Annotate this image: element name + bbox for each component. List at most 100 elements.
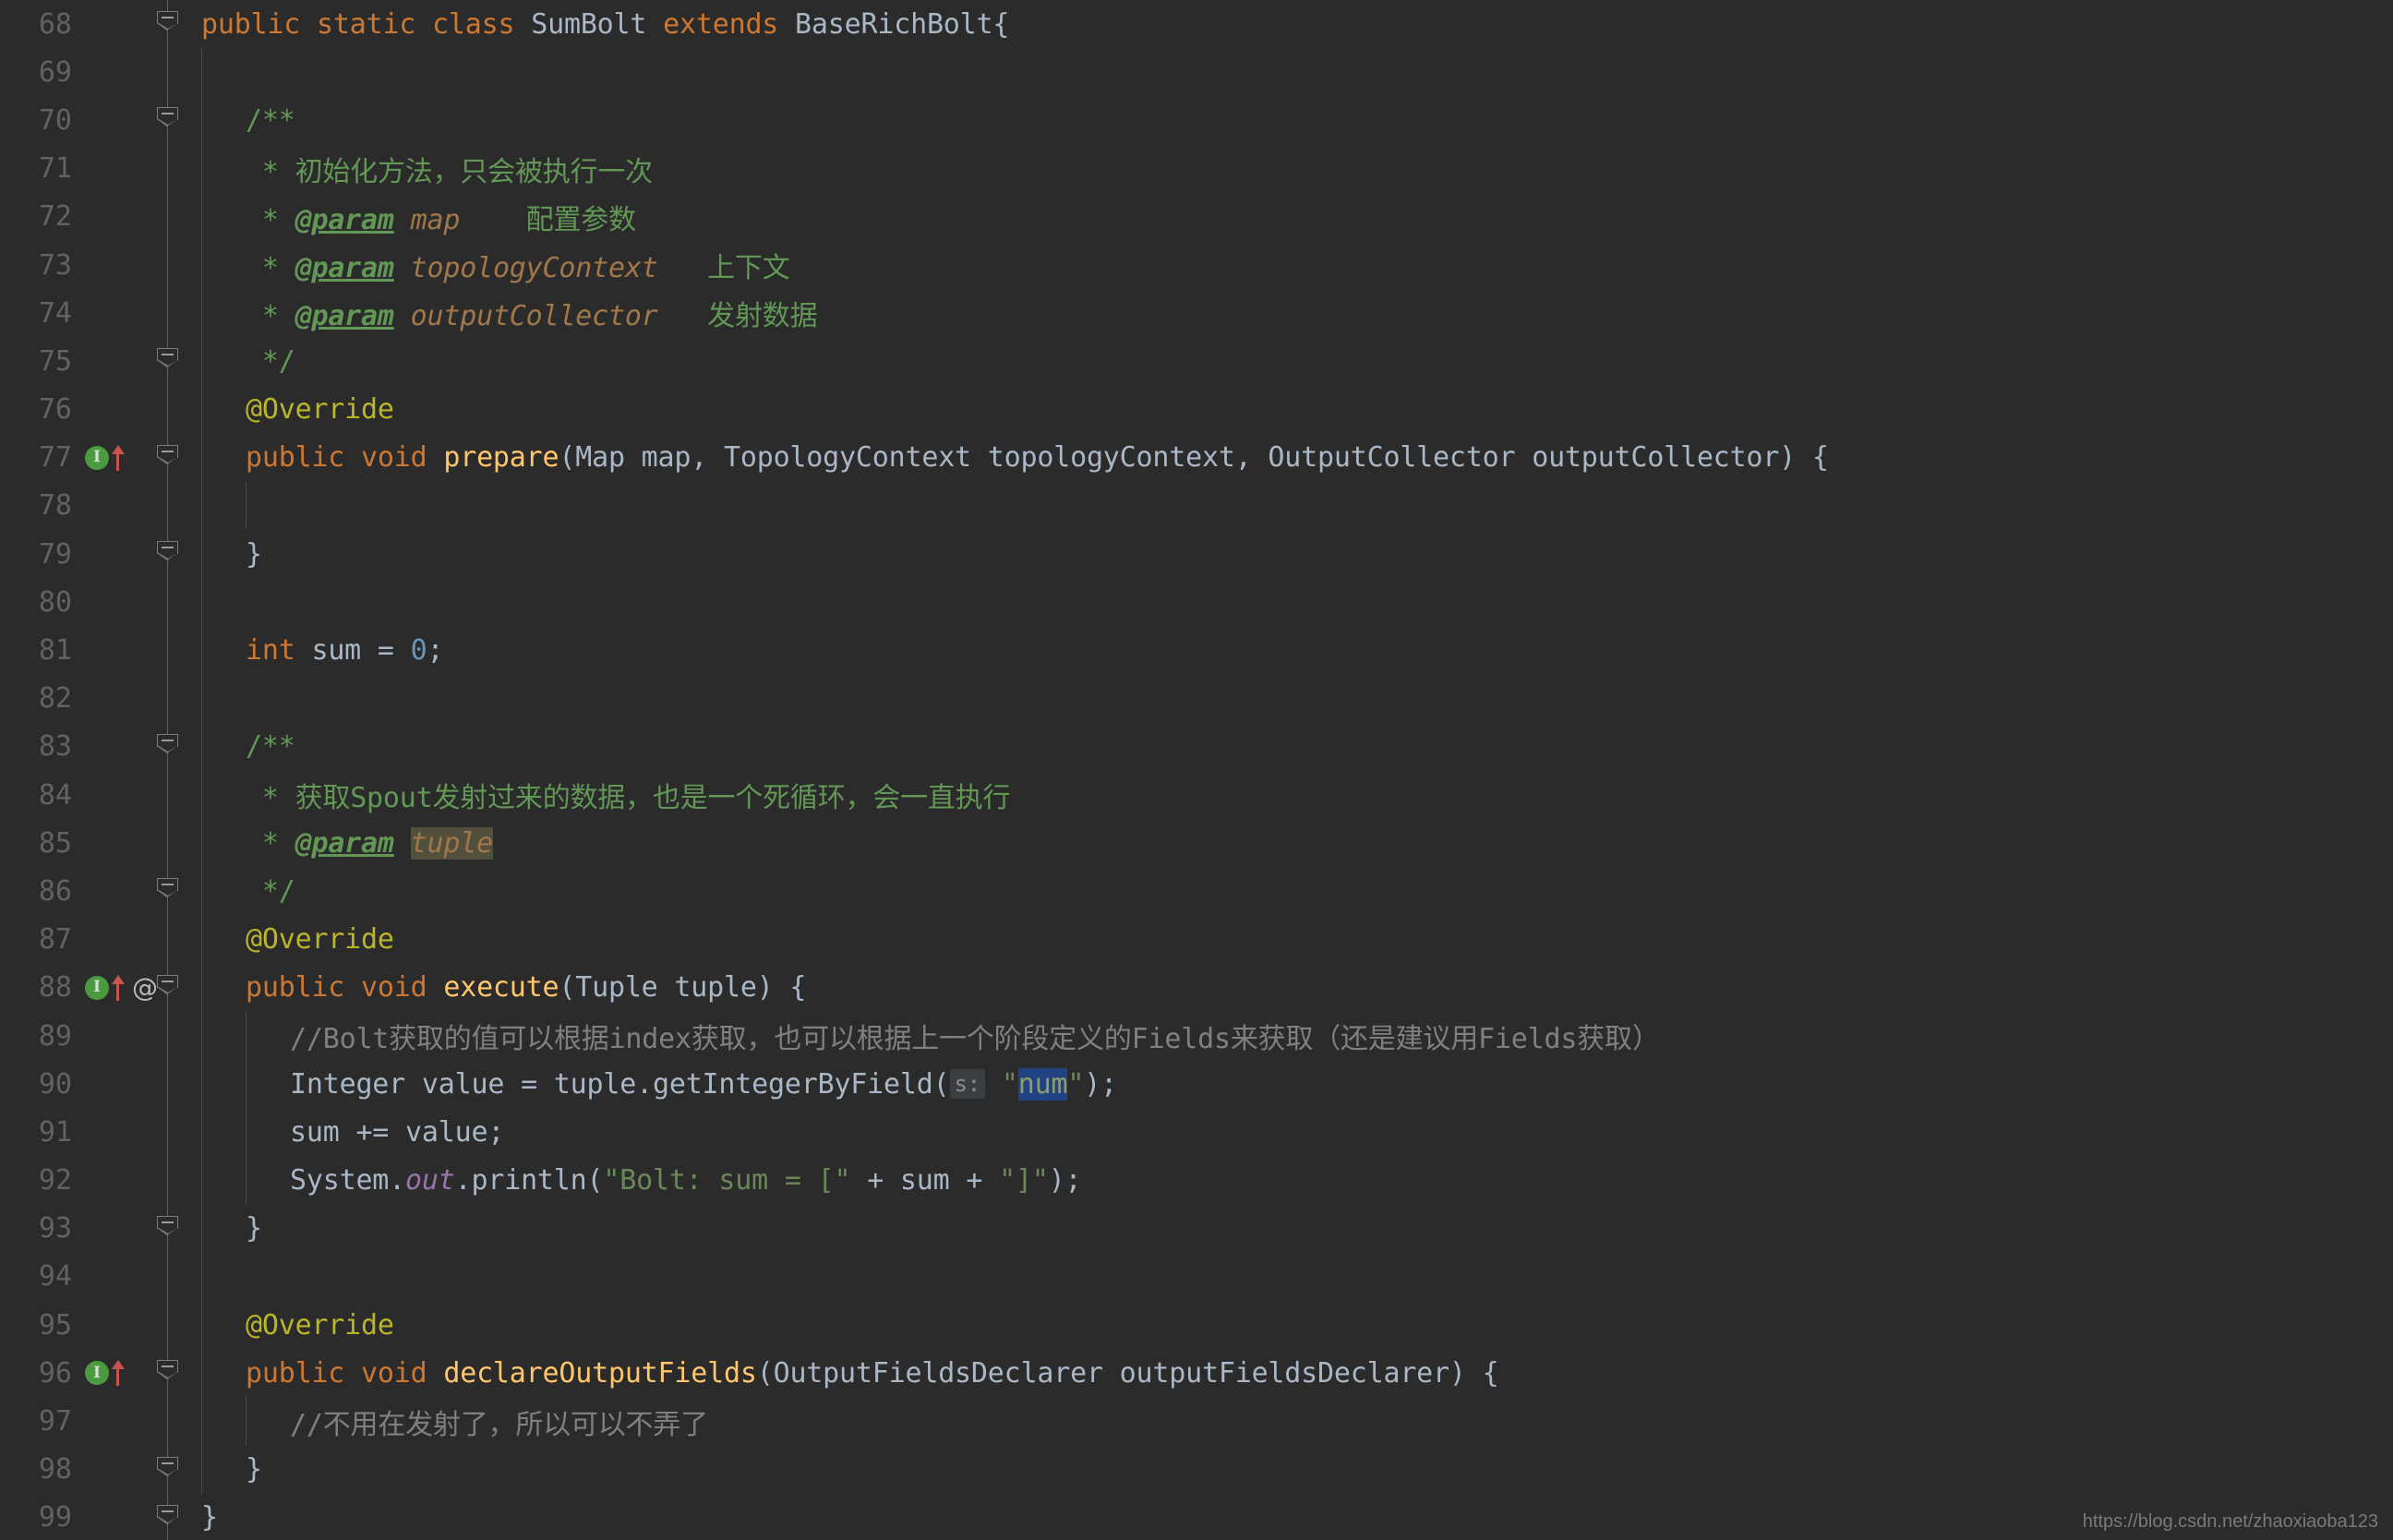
code-text[interactable]: } <box>188 530 2393 579</box>
code-line[interactable]: 73 * @param topologyContext 上下文 <box>0 240 2393 290</box>
code-tokens: * @param map 配置参数 <box>188 197 636 237</box>
code-line[interactable]: 68 public static class SumBolt extends Ba… <box>0 0 2393 49</box>
code-line[interactable]: 86 */ <box>0 867 2393 916</box>
code-line[interactable]: 91 sum += value; <box>0 1108 2393 1157</box>
line-number: 87 <box>38 923 72 956</box>
gutter-markers <box>81 1157 148 1205</box>
code-editor[interactable]: 68 public static class SumBolt extends Ba… <box>0 0 2393 1540</box>
code-text[interactable]: @Override <box>188 915 2393 964</box>
code-line[interactable]: 97 //不用在发射了，所以可以不弄了 <box>0 1397 2393 1446</box>
code-line[interactable]: 83 /** <box>0 722 2393 771</box>
code-line[interactable]: 87 @Override <box>0 915 2393 964</box>
code-text[interactable]: //不用在发射了，所以可以不弄了 <box>188 1397 2393 1446</box>
code-line[interactable]: 93} <box>0 1204 2393 1253</box>
code-line[interactable]: 77 Ipublic void prepare(Map map, Topology… <box>0 433 2393 482</box>
token-ident: ( <box>932 1067 950 1101</box>
code-text[interactable]: */ <box>188 337 2393 386</box>
code-text[interactable]: * @param tuple <box>188 819 2393 868</box>
code-line[interactable]: 69 <box>0 48 2393 97</box>
code-line[interactable]: 94 <box>0 1252 2393 1302</box>
code-text[interactable] <box>188 1252 2393 1302</box>
code-tokens: @Override <box>188 1309 394 1341</box>
fold-column <box>148 1060 188 1109</box>
indent-guide <box>201 1252 202 1302</box>
code-line[interactable]: 89 //Bolt获取的值可以根据index获取，也可以根据上一个阶段定义的Fie… <box>0 1011 2393 1061</box>
token-ident: (Map map, TopologyContext topologyContex… <box>559 441 1829 475</box>
code-text[interactable]: } <box>188 1445 2393 1494</box>
fold-collapse-icon[interactable] <box>157 107 178 127</box>
code-line[interactable]: 99} <box>0 1493 2393 1540</box>
implementing-method-icon[interactable]: I <box>85 975 109 1000</box>
code-line[interactable]: 96 Ipublic void declareOutputFields(Outpu… <box>0 1349 2393 1398</box>
token-ident: } <box>246 537 262 571</box>
code-line[interactable]: 98} <box>0 1445 2393 1494</box>
fold-collapse-icon[interactable] <box>157 348 178 368</box>
code-text[interactable]: public void declareOutputFields(OutputFi… <box>188 1349 2393 1398</box>
line-number: 97 <box>38 1405 72 1438</box>
code-line[interactable]: 75 */ <box>0 337 2393 386</box>
fold-guide-line <box>167 578 168 627</box>
code-text[interactable] <box>188 674 2393 723</box>
code-text[interactable]: */ <box>188 867 2393 916</box>
code-text[interactable]: @Override <box>188 1301 2393 1350</box>
code-text[interactable] <box>188 481 2393 531</box>
code-line[interactable]: 76 @Override <box>0 385 2393 434</box>
code-text[interactable]: * 初始化方法，只会被执行一次 <box>188 144 2393 193</box>
override-arrow-icon[interactable] <box>111 444 126 471</box>
code-text[interactable]: public static class SumBolt extends Base… <box>188 0 2393 48</box>
code-text[interactable]: public void execute(Tuple tuple) { <box>188 963 2393 1012</box>
code-text[interactable]: public void prepare(Map map, TopologyCon… <box>188 433 2393 482</box>
code-text[interactable]: * 获取Spout发射过来的数据，也是一个死循环，会一直执行 <box>188 771 2393 820</box>
code-text[interactable]: * @param map 配置参数 <box>188 192 2393 241</box>
code-line[interactable]: 85 * @param tuple <box>0 819 2393 868</box>
code-line[interactable]: 78 <box>0 481 2393 531</box>
code-line[interactable]: 88 I @ public void execute(Tuple tuple) { <box>0 963 2393 1012</box>
code-line[interactable]: 70 /** <box>0 96 2393 145</box>
code-text[interactable]: //Bolt获取的值可以根据index获取，也可以根据上一个阶段定义的Field… <box>188 1011 2393 1061</box>
code-line[interactable]: 81 int sum = 0; <box>0 626 2393 675</box>
code-text[interactable]: /** <box>188 722 2393 771</box>
code-line[interactable]: 82 <box>0 674 2393 723</box>
fold-collapse-icon[interactable] <box>157 444 178 464</box>
fold-collapse-icon[interactable] <box>157 1215 178 1235</box>
code-text[interactable]: } <box>188 1204 2393 1253</box>
code-text[interactable]: * @param topologyContext 上下文 <box>188 240 2393 290</box>
code-text[interactable]: Integer value = tuple.getIntegerByField(… <box>188 1060 2393 1109</box>
override-arrow-icon[interactable] <box>111 974 126 1001</box>
code-line[interactable]: 90 Integer value = tuple.getIntegerByFiel… <box>0 1060 2393 1109</box>
fold-collapse-icon[interactable] <box>157 733 178 753</box>
code-text[interactable] <box>188 48 2393 97</box>
code-line[interactable]: 84 * 获取Spout发射过来的数据，也是一个死循环，会一直执行 <box>0 771 2393 820</box>
code-text[interactable]: sum += value; <box>188 1108 2393 1157</box>
fold-collapse-icon[interactable] <box>157 1504 178 1524</box>
fold-collapse-icon[interactable] <box>157 1456 178 1476</box>
fold-collapse-icon[interactable] <box>157 974 178 994</box>
code-text[interactable]: int sum = 0; <box>188 626 2393 675</box>
code-text[interactable]: System.out.println("Bolt: sum = [" + sum… <box>188 1156 2393 1205</box>
token-sel: num <box>1017 1067 1068 1101</box>
code-text[interactable]: * @param outputCollector 发射数据 <box>188 289 2393 338</box>
override-arrow-icon[interactable] <box>111 1360 126 1387</box>
code-line[interactable]: 74 * @param outputCollector 发射数据 <box>0 289 2393 338</box>
code-text[interactable] <box>188 578 2393 627</box>
code-line[interactable]: 95 @Override <box>0 1301 2393 1350</box>
token-doc: */ <box>246 874 295 908</box>
fold-guide-line <box>167 626 168 675</box>
gutter-markers <box>81 48 148 96</box>
code-line[interactable]: 72 * @param map 配置参数 <box>0 192 2393 241</box>
code-line[interactable]: 80 <box>0 578 2393 627</box>
code-text[interactable]: /** <box>188 96 2393 145</box>
code-line[interactable]: 71 * 初始化方法，只会被执行一次 <box>0 144 2393 193</box>
implementing-method-icon[interactable]: I <box>85 445 109 470</box>
fold-collapse-icon[interactable] <box>157 11 178 30</box>
code-line[interactable]: 79} <box>0 530 2393 579</box>
code-line[interactable]: 92 System.out.println("Bolt: sum = [" + s… <box>0 1156 2393 1205</box>
fold-collapse-icon[interactable] <box>157 878 178 898</box>
code-text[interactable]: } <box>188 1494 2393 1540</box>
fold-column <box>148 530 188 579</box>
gutter-markers <box>81 1397 148 1445</box>
fold-collapse-icon[interactable] <box>157 541 178 561</box>
implementing-method-icon[interactable]: I <box>85 1361 109 1386</box>
fold-collapse-icon[interactable] <box>157 1360 178 1380</box>
code-text[interactable]: @Override <box>188 385 2393 434</box>
